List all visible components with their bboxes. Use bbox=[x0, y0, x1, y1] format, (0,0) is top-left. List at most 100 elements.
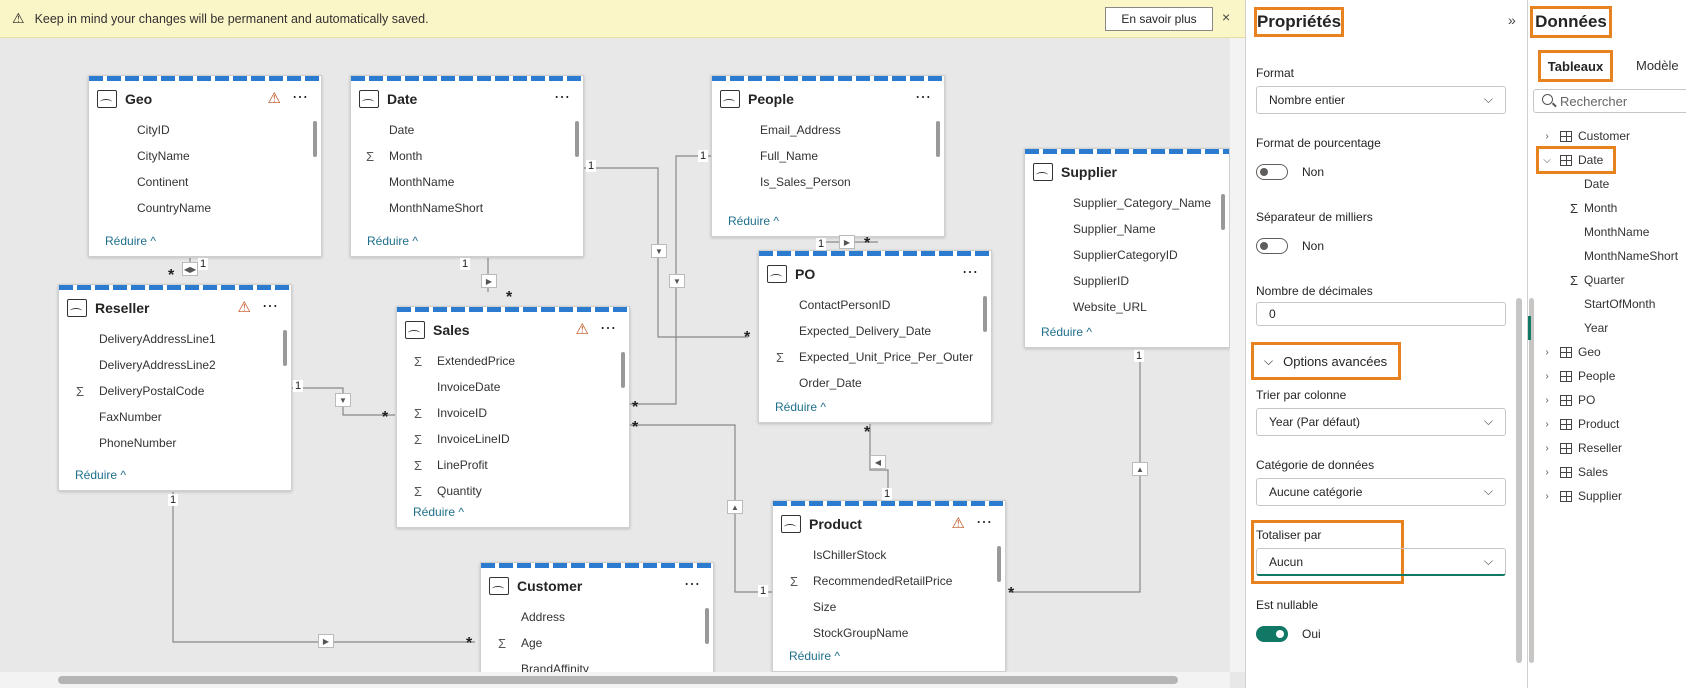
field-row[interactable]: Continent bbox=[109, 169, 321, 195]
field-list[interactable]: CityID CityName Continent CountryName bbox=[89, 117, 321, 221]
summarize-by-dropdown[interactable]: Aucun ⌵ bbox=[1256, 548, 1506, 576]
field-scrollbar[interactable] bbox=[983, 296, 987, 332]
field-scrollbar[interactable] bbox=[575, 121, 579, 157]
field-row[interactable]: Email_Address bbox=[732, 117, 944, 143]
collapse-link[interactable]: Réduire ^ bbox=[775, 400, 826, 414]
field-list[interactable]: ContactPersonID Expected_Delivery_Date Σ Ex… bbox=[759, 292, 991, 396]
field-row[interactable]: Σ RecommendedRetailPrice bbox=[785, 568, 1005, 594]
chevron-right-icon[interactable]: › bbox=[1540, 395, 1554, 406]
warning-icon[interactable]: ⚠ bbox=[238, 298, 251, 316]
field-list[interactable]: Σ ExtendedPrice InvoiceDate Σ InvoiceID Σ Invo… bbox=[397, 348, 629, 504]
field-list[interactable]: Address Σ Age BrandAffinity bbox=[481, 604, 713, 676]
tree-table-people[interactable]: › People bbox=[1528, 364, 1686, 388]
learn-more-button[interactable]: En savoir plus bbox=[1105, 7, 1213, 31]
chevron-right-icon[interactable]: › bbox=[1540, 419, 1554, 430]
filter-direction-icon[interactable]: ▶ bbox=[839, 235, 855, 249]
field-scrollbar[interactable] bbox=[1221, 194, 1225, 230]
field-row[interactable]: ContactPersonID bbox=[771, 292, 991, 318]
model-canvas[interactable]: ⚠ Keep in mind your changes will be perm… bbox=[0, 0, 1245, 688]
chevron-right-icon[interactable]: › bbox=[1540, 371, 1554, 382]
canvas-horizontal-scrollbar[interactable] bbox=[0, 672, 1230, 688]
collapse-link[interactable]: Réduire ^ bbox=[75, 468, 126, 482]
field-list[interactable]: DeliveryAddressLine1 DeliveryAddressLine2… bbox=[59, 326, 291, 456]
field-row[interactable]: CityName bbox=[109, 143, 321, 169]
field-list[interactable]: Email_Address Full_Name Is_Sales_Person bbox=[712, 117, 944, 195]
tree-field-date[interactable]: Date bbox=[1528, 172, 1686, 196]
tree-field-month[interactable]: Σ Month bbox=[1528, 196, 1686, 220]
advanced-options-toggle[interactable]: ⌵ Options avancées bbox=[1251, 342, 1401, 380]
chevron-right-icon[interactable]: › bbox=[1540, 467, 1554, 478]
filter-direction-icon[interactable]: ▶ bbox=[318, 634, 334, 648]
tree-table-supplier[interactable]: › Supplier bbox=[1528, 484, 1686, 508]
field-scrollbar[interactable] bbox=[283, 330, 287, 366]
filter-direction-icon[interactable]: ▲ bbox=[727, 500, 743, 514]
tab-model[interactable]: Modèle bbox=[1636, 58, 1679, 73]
field-row[interactable]: Σ Age bbox=[493, 630, 713, 656]
collapse-pane-icon[interactable]: » bbox=[1508, 12, 1516, 28]
table-card-date[interactable]: Date ⋯ Date Σ Month MonthName MonthNameShort … bbox=[350, 75, 584, 257]
tree-table-po[interactable]: › PO bbox=[1528, 388, 1686, 412]
tree-table-product[interactable]: › Product bbox=[1528, 412, 1686, 436]
collapse-link[interactable]: Réduire ^ bbox=[367, 234, 418, 248]
filter-direction-icon[interactable]: ◀ bbox=[870, 455, 886, 469]
field-scrollbar[interactable] bbox=[621, 352, 625, 388]
close-icon[interactable]: × bbox=[1222, 9, 1230, 25]
field-scrollbar[interactable] bbox=[997, 546, 1001, 582]
field-row[interactable]: DeliveryAddressLine1 bbox=[71, 326, 291, 352]
field-list[interactable]: IsChillerStock Σ RecommendedRetailPrice Siz… bbox=[773, 542, 1005, 646]
tree-field-startofmonth[interactable]: StartOfMonth bbox=[1528, 292, 1686, 316]
filter-direction-icon[interactable]: ▲ bbox=[1132, 462, 1148, 476]
filter-direction-icon[interactable]: ▼ bbox=[669, 274, 685, 288]
canvas-vertical-scrollbar[interactable] bbox=[1230, 38, 1245, 672]
collapse-link[interactable]: Réduire ^ bbox=[1041, 325, 1092, 339]
field-row[interactable]: Σ ExtendedPrice bbox=[409, 348, 629, 374]
field-row[interactable]: Σ InvoiceLineID bbox=[409, 426, 629, 452]
warning-icon[interactable]: ⚠ bbox=[952, 514, 965, 532]
tree-field-monthname[interactable]: MonthName bbox=[1528, 220, 1686, 244]
more-options-icon[interactable]: ⋯ bbox=[976, 512, 993, 532]
table-card-po[interactable]: PO ⋯ ContactPersonID Expected_Delivery_Dat… bbox=[758, 250, 992, 423]
field-row[interactable]: Σ InvoiceID bbox=[409, 400, 629, 426]
format-dropdown[interactable]: Nombre entier ⌵ bbox=[1256, 86, 1506, 114]
warning-icon[interactable]: ⚠ bbox=[268, 89, 281, 107]
field-row[interactable]: InvoiceDate bbox=[409, 374, 629, 400]
chevron-right-icon[interactable]: › bbox=[1540, 491, 1554, 502]
field-row[interactable]: Date bbox=[361, 117, 583, 143]
chevron-right-icon[interactable]: › bbox=[1540, 347, 1554, 358]
sort-by-column-dropdown[interactable]: Year (Par défaut) ⌵ bbox=[1256, 408, 1506, 436]
percentage-format-toggle[interactable] bbox=[1256, 164, 1288, 180]
field-row[interactable]: SupplierID bbox=[1045, 268, 1229, 294]
field-row[interactable]: Website_URL bbox=[1045, 294, 1229, 320]
field-row[interactable]: MonthName bbox=[361, 169, 583, 195]
field-row[interactable]: Size bbox=[785, 594, 1005, 620]
field-row[interactable]: Order_Date bbox=[771, 370, 991, 396]
field-row[interactable]: Σ Expected_Unit_Price_Per_Outer bbox=[771, 344, 991, 370]
more-options-icon[interactable]: ⋯ bbox=[962, 262, 979, 282]
field-scrollbar[interactable] bbox=[705, 608, 709, 644]
field-row[interactable]: StockGroupName bbox=[785, 620, 1005, 646]
field-row[interactable]: PhoneNumber bbox=[71, 430, 291, 456]
filter-direction-icon[interactable]: ▶ bbox=[481, 274, 497, 288]
table-card-supplier[interactable]: Supplier Supplier_Category_Name Supplier_… bbox=[1024, 148, 1230, 348]
more-options-icon[interactable]: ⋯ bbox=[292, 87, 309, 107]
data-category-dropdown[interactable]: Aucune catégorie ⌵ bbox=[1256, 478, 1506, 506]
collapse-link[interactable]: Réduire ^ bbox=[728, 214, 779, 228]
more-options-icon[interactable]: ⋯ bbox=[600, 318, 617, 338]
field-scrollbar[interactable] bbox=[313, 121, 317, 157]
chevron-right-icon[interactable]: › bbox=[1540, 131, 1554, 142]
thousands-separator-toggle[interactable] bbox=[1256, 238, 1288, 254]
decimal-places-input[interactable]: 0 bbox=[1256, 302, 1506, 326]
table-card-geo[interactable]: Geo ⚠ ⋯ CityID CityName Continent CountryName… bbox=[88, 75, 322, 257]
filter-direction-icon[interactable]: ▼ bbox=[335, 393, 351, 407]
table-card-people[interactable]: People ⋯ Email_Address Full_Name Is_Sales_P… bbox=[711, 75, 945, 237]
properties-scrollbar[interactable] bbox=[1516, 298, 1522, 663]
tree-field-monthnameshort[interactable]: MonthNameShort bbox=[1528, 244, 1686, 268]
collapse-link[interactable]: Réduire ^ bbox=[413, 505, 464, 519]
tree-table-customer[interactable]: › Customer bbox=[1528, 124, 1686, 148]
tree-field-quarter[interactable]: Σ Quarter bbox=[1528, 268, 1686, 292]
search-input[interactable]: Rechercher bbox=[1533, 89, 1686, 113]
is-nullable-toggle[interactable] bbox=[1256, 626, 1288, 642]
field-row[interactable]: MonthNameShort bbox=[361, 195, 583, 221]
field-row[interactable]: DeliveryAddressLine2 bbox=[71, 352, 291, 378]
field-row[interactable]: SupplierCategoryID bbox=[1045, 242, 1229, 268]
